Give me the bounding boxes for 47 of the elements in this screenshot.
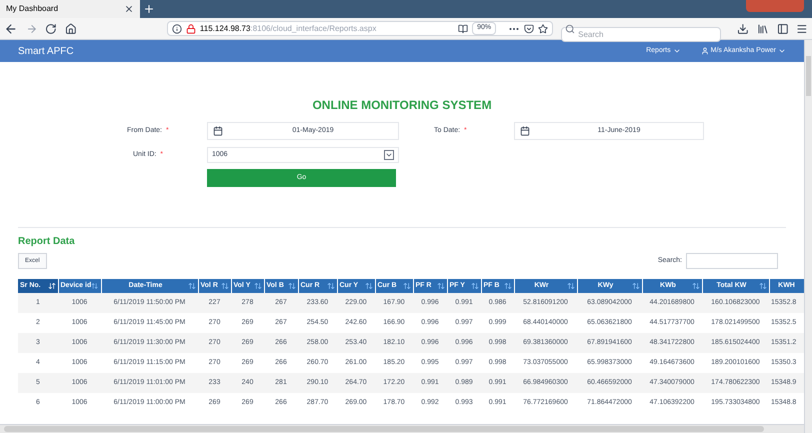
browser-tab[interactable]: My Dashboard bbox=[0, 0, 140, 18]
address-text: 115.124.98.73:8106/cloud_interface/Reports.aspx bbox=[200, 22, 376, 34]
browser-search-field[interactable]: Search bbox=[561, 27, 722, 42]
calendar-icon[interactable] bbox=[213, 126, 223, 136]
download-icon[interactable] bbox=[737, 22, 749, 34]
dropdown-icon bbox=[384, 150, 394, 160]
sort-icon[interactable] bbox=[254, 282, 262, 290]
brand[interactable]: Smart APFC bbox=[18, 44, 74, 58]
sort-icon[interactable] bbox=[632, 282, 640, 290]
sort-icon[interactable] bbox=[288, 282, 296, 290]
caret-icon bbox=[672, 47, 681, 55]
sort-icon[interactable] bbox=[220, 282, 228, 290]
sort-icon[interactable] bbox=[692, 282, 700, 290]
report-heading: Report Data bbox=[18, 235, 76, 249]
sort-icon[interactable] bbox=[566, 282, 574, 290]
forward-icon[interactable] bbox=[26, 22, 38, 34]
menu-icon[interactable] bbox=[796, 22, 808, 34]
star-icon[interactable] bbox=[538, 24, 548, 34]
sort-icon[interactable] bbox=[364, 282, 372, 290]
info-icon bbox=[172, 24, 182, 34]
sidebar-icon[interactable] bbox=[776, 22, 788, 34]
horizontal-scrollbar[interactable] bbox=[0, 424, 804, 433]
new-tab-icon[interactable] bbox=[143, 3, 155, 15]
sort-icon[interactable] bbox=[91, 282, 98, 290]
caret-icon bbox=[778, 47, 786, 55]
lock-icon bbox=[186, 24, 196, 34]
sort-icon[interactable] bbox=[758, 282, 766, 290]
reload-icon[interactable] bbox=[45, 22, 58, 34]
back-icon[interactable] bbox=[4, 22, 18, 36]
home-icon[interactable] bbox=[65, 22, 77, 34]
pocket-icon[interactable] bbox=[524, 24, 534, 34]
sort-icon[interactable] bbox=[326, 282, 334, 290]
search-icon bbox=[565, 24, 576, 34]
sort-icon[interactable] bbox=[402, 282, 410, 290]
sort-icon[interactable] bbox=[470, 282, 478, 290]
sort-icon[interactable] bbox=[188, 282, 196, 290]
library-icon[interactable] bbox=[756, 22, 769, 34]
sort-asc-icon[interactable] bbox=[48, 282, 56, 290]
calendar-icon[interactable] bbox=[520, 126, 530, 136]
reader-icon[interactable] bbox=[458, 24, 468, 34]
close-icon[interactable] bbox=[124, 4, 134, 14]
page-title: ONLINE MONITORING SYSTEM bbox=[311, 97, 493, 114]
sort-icon[interactable] bbox=[436, 282, 444, 290]
user-icon bbox=[700, 47, 709, 55]
vertical-scrollbar[interactable] bbox=[804, 40, 812, 433]
table-search-field[interactable] bbox=[686, 253, 778, 269]
sort-icon[interactable] bbox=[504, 282, 512, 290]
